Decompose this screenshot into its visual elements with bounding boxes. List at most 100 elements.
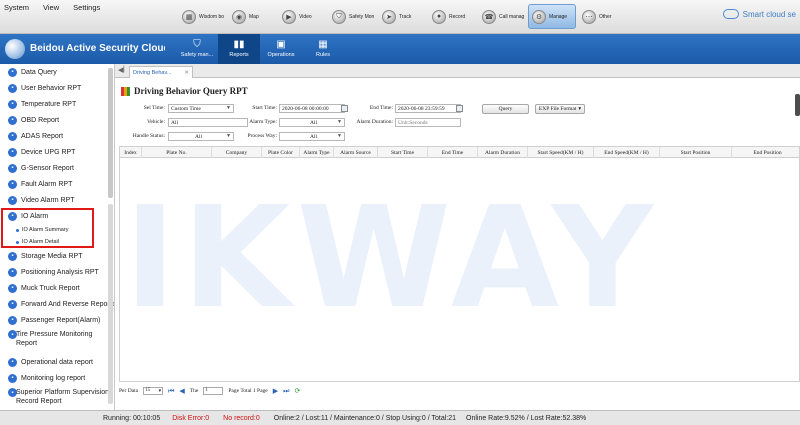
- start-time-input[interactable]: 2020-06-08 00:00:00: [279, 104, 345, 113]
- sidebar-item[interactable]: ▪ Storage Media RPT: [0, 248, 114, 264]
- report-icon: ▪: [8, 83, 17, 93]
- close-icon[interactable]: ✕: [184, 70, 189, 76]
- record-icon: ●: [432, 9, 446, 24]
- module-label: Wisdom bo: [199, 13, 225, 20]
- next-page-icon[interactable]: ▶: [273, 387, 278, 395]
- vehicle-input[interactable]: All: [168, 118, 248, 127]
- calendar-icon[interactable]: [341, 105, 348, 112]
- module-label: Record: [449, 13, 466, 20]
- tab-operations[interactable]: ▣ Operations: [260, 34, 302, 64]
- top-toolbar: System View Settings ▦ Wisdom bo ◉ Map ▶ Vide…: [0, 0, 800, 34]
- column-header[interactable]: Alarm Duration: [478, 147, 528, 158]
- tab-safety-management[interactable]: ⛉ Safety man...: [176, 34, 218, 64]
- sidebar-item-label: ADAS Report: [21, 132, 64, 140]
- document-tab-strip: ◀ | Driving Behav... ✕: [115, 64, 800, 78]
- refresh-icon[interactable]: ⟳: [294, 387, 300, 395]
- module-label: Safety Mon: [349, 13, 375, 20]
- tab-label: Operations: [267, 52, 295, 58]
- per-data-select[interactable]: 15 ▾: [143, 387, 164, 395]
- per-data-label: Per Data: [119, 388, 139, 394]
- tab-reports[interactable]: ▮▮ Reports: [218, 34, 260, 64]
- report-icon: ▪: [8, 315, 17, 325]
- track-icon: ➤: [382, 9, 396, 24]
- report-icon: [121, 86, 130, 96]
- shield-icon: ⛉: [193, 39, 201, 50]
- video-icon: ▶: [282, 9, 296, 24]
- content-scrollbar[interactable]: [795, 94, 800, 116]
- menu-settings[interactable]: Settings: [73, 3, 100, 12]
- sidebar-item[interactable]: ▪ Video Alarm RPT: [0, 192, 114, 208]
- sidebar-item[interactable]: ▪ Muck Truck Report: [0, 280, 114, 296]
- module-video[interactable]: ▶ Video: [278, 4, 326, 29]
- sidebar-scrollbar[interactable]: [108, 204, 113, 404]
- alarm-type-select[interactable]: All ▼: [279, 118, 345, 127]
- vehicle-value: All: [171, 119, 179, 126]
- tab-list-icon[interactable]: |: [123, 66, 125, 73]
- chevron-down-icon: ▼: [337, 120, 342, 125]
- column-header[interactable]: Start Time: [378, 147, 428, 158]
- status-online-rate: Online Rate:9.52% / Lost Rate:52.38%: [466, 414, 587, 422]
- shield-icon: ⛉: [332, 9, 346, 24]
- sidebar-item[interactable]: ▪ Monitoring log report: [0, 370, 114, 386]
- sidebar-item[interactable]: ▪ Fault Alarm RPT: [0, 176, 114, 192]
- sidebar-item[interactable]: ▪ Forward And Reverse Reports: [0, 296, 114, 312]
- document-tab-driving-behavior[interactable]: Driving Behav... ✕: [129, 66, 193, 78]
- column-header[interactable]: Company: [212, 147, 262, 158]
- column-header[interactable]: Start Position: [660, 147, 732, 158]
- sidebar-item[interactable]: ▪ User Behavior RPT: [0, 80, 114, 96]
- column-header[interactable]: Plate No.: [142, 147, 212, 158]
- first-page-icon[interactable]: ⏮: [168, 387, 174, 396]
- module-map[interactable]: ◉ Map: [228, 4, 276, 29]
- menu-view[interactable]: View: [43, 3, 59, 12]
- module-grid[interactable]: ▦ Wisdom bo: [178, 4, 226, 29]
- process-way-select[interactable]: All ▼: [279, 132, 345, 141]
- sidebar-item[interactable]: ▪ Data Query: [0, 64, 114, 80]
- sidebar-item[interactable]: ▪ Superior Platform Supervision Record Re…: [0, 386, 114, 410]
- chevron-down-icon: ▼: [226, 106, 231, 111]
- query-button[interactable]: Query: [482, 104, 529, 114]
- end-time-input[interactable]: 2020-06-08 23:59:59: [395, 104, 461, 113]
- module-phone[interactable]: ☎ Call manag: [478, 4, 526, 29]
- alarm-duration-input[interactable]: Unit:Seconds: [395, 118, 461, 127]
- sidebar-item[interactable]: ▪ ADAS Report: [0, 128, 114, 144]
- module-shield[interactable]: ⛉ Safety Mon: [328, 4, 376, 29]
- sidebar-item[interactable]: ▪ Device UPG RPT: [0, 144, 114, 160]
- column-header[interactable]: End Position: [732, 147, 799, 158]
- column-header[interactable]: Plate Color: [262, 147, 300, 158]
- sidebar-item-label: Passenger Report(Alarm): [21, 316, 101, 324]
- sidebar-item[interactable]: ▪ Passenger Report(Alarm): [0, 312, 114, 328]
- sel-time-select[interactable]: Custom Time ▼: [168, 104, 234, 113]
- export-format-button[interactable]: EXP File Format ▾: [535, 104, 585, 114]
- query-form: Sel Time: Custom Time ▼ Start Time: 2020…: [115, 104, 800, 144]
- sidebar-item[interactable]: ▪ Operational data report: [0, 354, 114, 370]
- module-manage[interactable]: ⚙ Manage: [528, 4, 576, 29]
- status-disk-error: Disk Error:0: [172, 414, 210, 422]
- module-record[interactable]: ● Record: [428, 4, 476, 29]
- tab-rules[interactable]: ▦ Rules: [302, 34, 344, 64]
- prev-page-icon[interactable]: ◀: [179, 387, 184, 395]
- process-way-value: All: [310, 133, 318, 140]
- module-track[interactable]: ➤ Track: [378, 4, 426, 29]
- column-header[interactable]: End Speed(KM / H): [594, 147, 660, 158]
- column-header[interactable]: Index: [120, 147, 142, 158]
- sidebar-item[interactable]: ▪ OBD Report: [0, 112, 114, 128]
- module-other[interactable]: ⋯ Other: [578, 4, 626, 29]
- column-header[interactable]: Start Speed(KM / H): [528, 147, 594, 158]
- column-header[interactable]: Alarm Type: [300, 147, 334, 158]
- process-way-label: Process Way:: [247, 133, 277, 139]
- sidebar-item[interactable]: ▪ Temperature RPT: [0, 96, 114, 112]
- sidebar-item[interactable]: ▪ Positioning Analysis RPT: [0, 264, 114, 280]
- last-page-icon[interactable]: ⏭: [283, 387, 289, 396]
- results-table: IKWAY Index Plate No. Company Plate Color Al…: [119, 146, 800, 382]
- menu-system[interactable]: System: [4, 3, 29, 12]
- page-input[interactable]: 1: [203, 387, 224, 395]
- sidebar-item[interactable]: ▪ G-Sensor Report: [0, 160, 114, 176]
- calendar-icon[interactable]: [456, 105, 463, 112]
- sidebar-item[interactable]: ▪ Tire Pressure Monitoring Report: [0, 328, 114, 354]
- report-icon: ▪: [8, 251, 17, 261]
- column-header[interactable]: End Time: [428, 147, 478, 158]
- handle-status-select[interactable]: All ▼: [168, 132, 234, 141]
- watermark: IKWAY: [124, 177, 660, 340]
- column-header[interactable]: Alarm Source: [334, 147, 378, 158]
- sidebar-scrollbar-top[interactable]: [108, 68, 113, 198]
